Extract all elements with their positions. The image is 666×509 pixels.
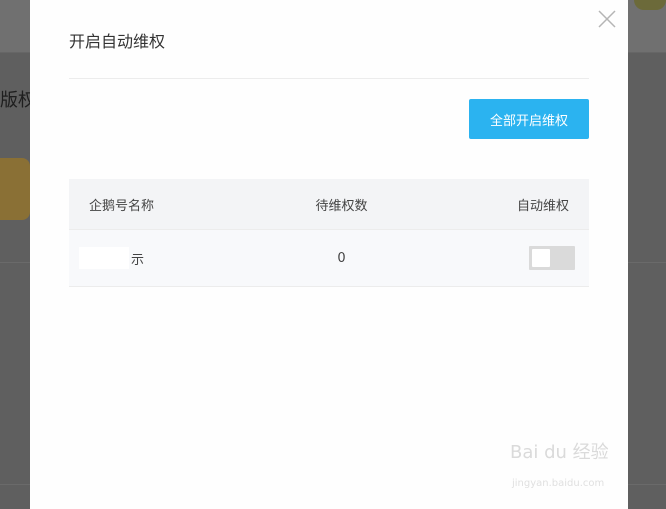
auto-protect-toggle[interactable] <box>529 246 575 270</box>
background-divider <box>628 262 666 263</box>
background-thumbnail <box>0 158 30 220</box>
background-divider <box>628 484 666 485</box>
close-icon[interactable] <box>596 8 618 30</box>
account-name: 示 <box>131 252 145 268</box>
header-account-name: 企鹅号名称 <box>89 198 155 214</box>
background-divider <box>0 262 30 263</box>
table-header: 企鹅号名称 待维权数 自动维权 <box>69 179 589 230</box>
account-name-cell: 示 <box>79 230 144 286</box>
redacted-name <box>79 247 129 269</box>
table-row: 示 0 <box>69 230 589 287</box>
watermark-logo: Bai du 经验 <box>510 442 609 463</box>
enable-all-button[interactable]: 全部开启维权 <box>469 99 589 139</box>
header-pending-count: 待维权数 <box>315 198 368 214</box>
header-divider <box>69 78 589 79</box>
toggle-knob <box>532 249 550 267</box>
background-avatar <box>634 0 666 10</box>
auto-protect-modal: 开启自动维权 全部开启维权 企鹅号名称 待维权数 自动维权 示 0 <box>30 0 628 509</box>
pending-count-cell: 0 <box>337 250 346 266</box>
header-auto-protect: 自动维权 <box>516 198 569 214</box>
modal-title: 开启自动维权 <box>69 32 166 51</box>
background-divider <box>0 484 30 485</box>
accounts-table: 企鹅号名称 待维权数 自动维权 示 0 <box>69 179 589 287</box>
watermark-url: jingyan.baidu.com <box>512 478 605 489</box>
